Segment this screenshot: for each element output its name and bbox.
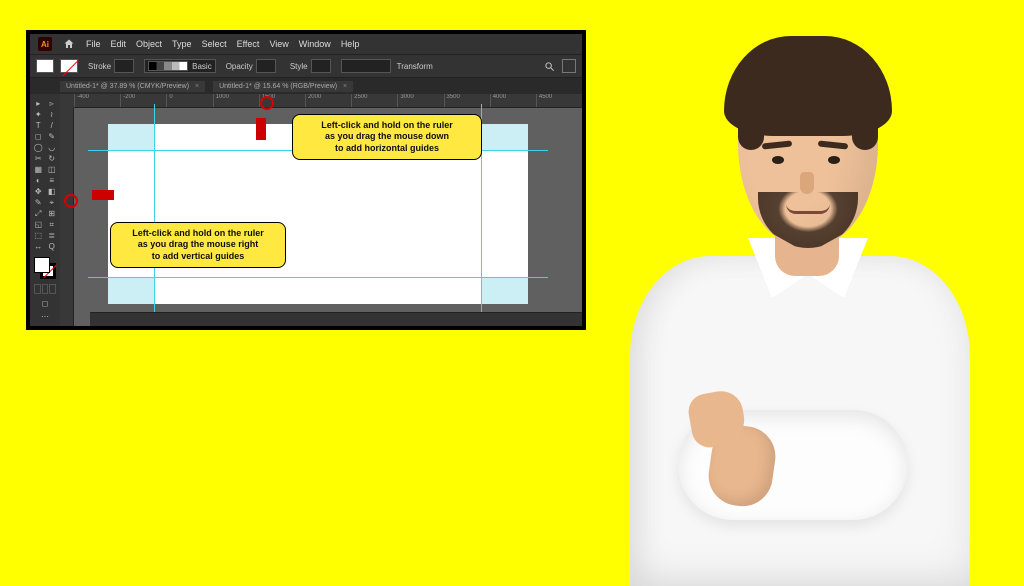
- tab-label: Untitled-1* @ 15.64 % (RGB/Preview): [219, 83, 337, 90]
- tool-button[interactable]: /: [46, 120, 59, 131]
- brush-preview-icon: [148, 61, 188, 71]
- fill-stroke-indicator[interactable]: [34, 257, 56, 279]
- close-icon[interactable]: ×: [195, 83, 199, 90]
- status-bar: [90, 312, 582, 326]
- transform-label[interactable]: Transform: [397, 62, 433, 71]
- canvas-area[interactable]: -400-20001000150020002500300035004000450…: [60, 94, 582, 326]
- ruler-tick: 1000: [213, 94, 259, 107]
- tool-button[interactable]: ◧: [46, 186, 59, 197]
- annotation-marker-icon: [64, 194, 78, 208]
- menu-file[interactable]: File: [86, 39, 101, 49]
- tool-button[interactable]: ▸: [32, 98, 45, 109]
- tool-button[interactable]: ✎: [46, 131, 59, 142]
- document-tab[interactable]: Untitled-1* @ 37.89 % (CMYK/Preview) ×: [60, 81, 205, 92]
- presenter-photo: [620, 36, 980, 576]
- ruler-tick: -200: [120, 94, 166, 107]
- callout-vertical-guides: Left-click and hold on the ruleras you d…: [110, 222, 286, 268]
- screen-mode-button[interactable]: ◻: [34, 297, 56, 309]
- stroke-weight-dropdown[interactable]: [114, 59, 134, 73]
- illustrator-app-window: Ai File Edit Object Type Select Effect V…: [26, 30, 586, 330]
- tool-button[interactable]: ✂: [32, 153, 45, 164]
- tool-button[interactable]: ⌖: [46, 197, 59, 208]
- stroke-swatch[interactable]: [60, 59, 78, 73]
- ruler-tick: 3000: [397, 94, 443, 107]
- menu-type[interactable]: Type: [172, 39, 192, 49]
- ruler-tick: 2500: [351, 94, 397, 107]
- stroke-label: Stroke: [88, 62, 111, 71]
- tool-button[interactable]: ▹: [46, 98, 59, 109]
- menu-select[interactable]: Select: [202, 39, 227, 49]
- annotation-marker-icon: [260, 96, 274, 110]
- app-logo-icon: Ai: [38, 37, 52, 51]
- vertical-guide[interactable]: [154, 104, 155, 324]
- document-tab[interactable]: Untitled-1* @ 15.64 % (RGB/Preview) ×: [213, 81, 353, 92]
- horizontal-guide[interactable]: [88, 277, 548, 278]
- tool-button[interactable]: ⬚: [32, 230, 45, 241]
- menu-help[interactable]: Help: [341, 39, 360, 49]
- menu-view[interactable]: View: [269, 39, 288, 49]
- arrange-docs-icon[interactable]: [562, 59, 576, 73]
- tab-label: Untitled-1* @ 37.89 % (CMYK/Preview): [66, 83, 189, 90]
- tool-button[interactable]: ✎: [32, 197, 45, 208]
- ruler-tick: 0: [166, 94, 212, 107]
- tool-button[interactable]: ⊞: [46, 208, 59, 219]
- tool-button[interactable]: ↔: [32, 241, 45, 252]
- style-dropdown[interactable]: [311, 59, 331, 73]
- menu-edit[interactable]: Edit: [111, 39, 127, 49]
- tool-button[interactable]: Q: [46, 241, 59, 252]
- tool-button[interactable]: ≀: [46, 109, 59, 120]
- edit-toolbar-button[interactable]: ⋯: [34, 310, 56, 322]
- tool-button[interactable]: ⌗: [46, 219, 59, 230]
- tool-button[interactable]: ◡: [46, 142, 59, 153]
- menu-window[interactable]: Window: [299, 39, 331, 49]
- tool-button[interactable]: ◯: [32, 142, 45, 153]
- tools-panel: ▸▹✦≀T/◻✎◯◡✂↻▦◫◐≡✥◧✎⌖⤢⊞◱⌗⬚≣↔Q ◻ ⋯: [30, 94, 60, 326]
- tool-button[interactable]: ▦: [32, 164, 45, 175]
- ruler-tick: 2000: [305, 94, 351, 107]
- fill-color-icon[interactable]: [34, 257, 50, 273]
- menu-object[interactable]: Object: [136, 39, 162, 49]
- document-tab-bar: Untitled-1* @ 37.89 % (CMYK/Preview) × U…: [30, 78, 582, 94]
- tool-button[interactable]: ◐: [32, 175, 45, 186]
- brush-dropdown[interactable]: Basic: [144, 59, 216, 73]
- opacity-label: Opacity: [226, 62, 253, 71]
- control-bar: Stroke Basic Opacity Style Transform: [30, 54, 582, 78]
- ruler-tick: 4500: [536, 94, 582, 107]
- color-mode-buttons[interactable]: [34, 284, 56, 294]
- ruler-tick: -400: [74, 94, 120, 107]
- style-label: Style: [290, 62, 308, 71]
- home-icon[interactable]: [62, 37, 76, 51]
- tool-button[interactable]: ≣: [46, 230, 59, 241]
- menu-effect[interactable]: Effect: [237, 39, 260, 49]
- menu-bar: Ai File Edit Object Type Select Effect V…: [30, 34, 582, 54]
- close-icon[interactable]: ×: [343, 83, 347, 90]
- vertical-ruler[interactable]: [60, 108, 74, 326]
- tool-button[interactable]: ✦: [32, 109, 45, 120]
- arrow-down-icon: [256, 118, 266, 140]
- tool-button[interactable]: ◫: [46, 164, 59, 175]
- tool-button[interactable]: T: [32, 120, 45, 131]
- tool-button[interactable]: ◻: [32, 131, 45, 142]
- tool-button[interactable]: ↻: [46, 153, 59, 164]
- callout-horizontal-guides: Left-click and hold on the ruleras you d…: [292, 114, 482, 160]
- align-buttons[interactable]: [341, 59, 391, 73]
- opacity-dropdown[interactable]: [256, 59, 276, 73]
- fill-swatch[interactable]: [36, 59, 54, 73]
- tool-button[interactable]: ⤢: [32, 208, 45, 219]
- ruler-origin[interactable]: [60, 94, 74, 108]
- tool-button[interactable]: ◱: [32, 219, 45, 230]
- tool-button[interactable]: ✥: [32, 186, 45, 197]
- horizontal-ruler[interactable]: -400-20001000150020002500300035004000450…: [74, 94, 582, 108]
- search-icon[interactable]: [542, 59, 556, 73]
- brush-label: Basic: [192, 62, 212, 71]
- ruler-tick: 3500: [444, 94, 490, 107]
- tool-button[interactable]: ≡: [46, 175, 59, 186]
- ruler-tick: 4000: [490, 94, 536, 107]
- arrow-right-icon: [92, 190, 114, 200]
